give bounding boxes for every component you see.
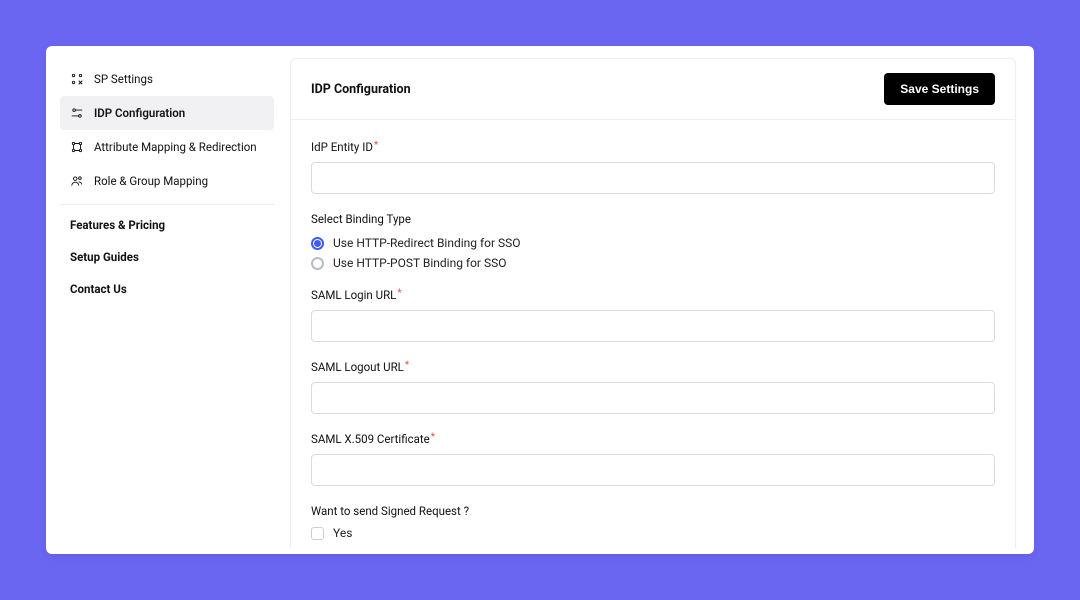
sidebar-item-label: Attribute Mapping & Redirection bbox=[94, 140, 257, 154]
main-content: IDP Configuration Save Settings IdP Enti… bbox=[284, 52, 1034, 548]
mapping-graph-icon bbox=[70, 140, 84, 154]
label-saml-certificate: SAML X.509 Certificate* bbox=[311, 432, 995, 446]
radio-label: Use HTTP-POST Binding for SSO bbox=[333, 256, 506, 270]
field-binding-type: Select Binding Type Use HTTP-Redirect Bi… bbox=[311, 212, 995, 270]
radio-icon bbox=[311, 237, 324, 250]
app-window: SP Settings IDP Configuration Attribute … bbox=[46, 46, 1034, 554]
label-binding-type: Select Binding Type bbox=[311, 212, 995, 226]
sidebar-item-label: SP Settings bbox=[94, 72, 153, 86]
field-saml-certificate: SAML X.509 Certificate* bbox=[311, 432, 995, 486]
radio-label: Use HTTP-Redirect Binding for SSO bbox=[333, 236, 521, 250]
checkbox-signed-request[interactable]: Yes bbox=[311, 526, 995, 540]
settings-grid-icon bbox=[70, 72, 84, 86]
users-group-icon bbox=[70, 174, 84, 188]
input-saml-login-url[interactable] bbox=[311, 310, 995, 342]
config-sliders-icon bbox=[70, 106, 84, 120]
sidebar-item-label: IDP Configuration bbox=[94, 106, 185, 120]
sidebar-link-setup-guides[interactable]: Setup Guides bbox=[60, 241, 274, 273]
card-header: IDP Configuration Save Settings bbox=[291, 59, 1015, 120]
idp-config-card: IDP Configuration Save Settings IdP Enti… bbox=[290, 58, 1016, 548]
radio-http-redirect[interactable]: Use HTTP-Redirect Binding for SSO bbox=[311, 236, 995, 250]
sidebar-link-contact-us[interactable]: Contact Us bbox=[60, 273, 274, 305]
label-signed-request: Want to send Signed Request ? bbox=[311, 504, 995, 518]
label-saml-logout-url: SAML Logout URL* bbox=[311, 360, 995, 374]
field-saml-logout-url: SAML Logout URL* bbox=[311, 360, 995, 414]
sidebar-divider bbox=[60, 204, 274, 205]
input-saml-logout-url[interactable] bbox=[311, 382, 995, 414]
sidebar-item-role-group-mapping[interactable]: Role & Group Mapping bbox=[60, 164, 274, 198]
radio-http-post[interactable]: Use HTTP-POST Binding for SSO bbox=[311, 256, 995, 270]
save-button-top[interactable]: Save Settings bbox=[884, 73, 995, 105]
radio-icon bbox=[311, 257, 324, 270]
sidebar-item-label: Role & Group Mapping bbox=[94, 174, 208, 188]
field-idp-entity-id: IdP Entity ID* bbox=[311, 140, 995, 194]
sidebar: SP Settings IDP Configuration Attribute … bbox=[50, 52, 284, 548]
page-title: IDP Configuration bbox=[311, 82, 411, 97]
input-saml-certificate[interactable] bbox=[311, 454, 995, 486]
checkbox-label: Yes bbox=[333, 526, 352, 540]
sidebar-link-features-pricing[interactable]: Features & Pricing bbox=[60, 209, 274, 241]
checkbox-icon bbox=[311, 527, 324, 540]
sidebar-item-idp-configuration[interactable]: IDP Configuration bbox=[60, 96, 274, 130]
label-idp-entity-id: IdP Entity ID* bbox=[311, 140, 995, 154]
sidebar-item-attribute-mapping[interactable]: Attribute Mapping & Redirection bbox=[60, 130, 274, 164]
label-saml-login-url: SAML Login URL* bbox=[311, 288, 995, 302]
sidebar-item-sp-settings[interactable]: SP Settings bbox=[60, 62, 274, 96]
field-signed-request: Want to send Signed Request ? Yes bbox=[311, 504, 995, 540]
field-saml-login-url: SAML Login URL* bbox=[311, 288, 995, 342]
input-idp-entity-id[interactable] bbox=[311, 162, 995, 194]
